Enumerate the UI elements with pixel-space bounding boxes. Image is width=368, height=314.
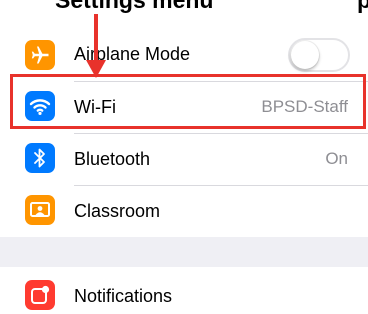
caption-text: Settings menu: [55, 0, 214, 13]
airplane-mode-toggle[interactable]: [288, 38, 350, 72]
airplane-mode-label: Airplane Mode: [74, 44, 191, 64]
airplane-icon: [25, 40, 55, 70]
wifi-row[interactable]: Wi-Fi BPSD-Staff: [0, 81, 368, 133]
bluetooth-icon: [25, 143, 55, 173]
settings-group-notifications: Notifications: [0, 267, 368, 314]
classroom-label: Classroom: [74, 201, 161, 221]
wifi-icon: [25, 91, 55, 121]
bluetooth-row[interactable]: Bluetooth On: [0, 133, 368, 185]
notifications-icon: [25, 280, 55, 310]
classroom-row[interactable]: Classroom: [0, 185, 368, 237]
toggle-knob: [291, 41, 319, 69]
notifications-row[interactable]: Notifications: [0, 267, 368, 314]
notifications-label: Notifications: [74, 286, 173, 306]
bluetooth-label: Bluetooth: [74, 149, 151, 169]
airplane-mode-row[interactable]: Airplane Mode: [0, 29, 368, 81]
wifi-label: Wi-Fi: [74, 97, 116, 117]
wifi-network-value: BPSD-Staff: [261, 97, 348, 116]
caption-tail: p: [357, 0, 368, 13]
settings-group-connectivity: Airplane Mode Wi-Fi BPSD-Staff Bluetooth…: [0, 29, 368, 237]
classroom-icon: [25, 195, 55, 225]
bluetooth-status-value: On: [325, 149, 348, 168]
